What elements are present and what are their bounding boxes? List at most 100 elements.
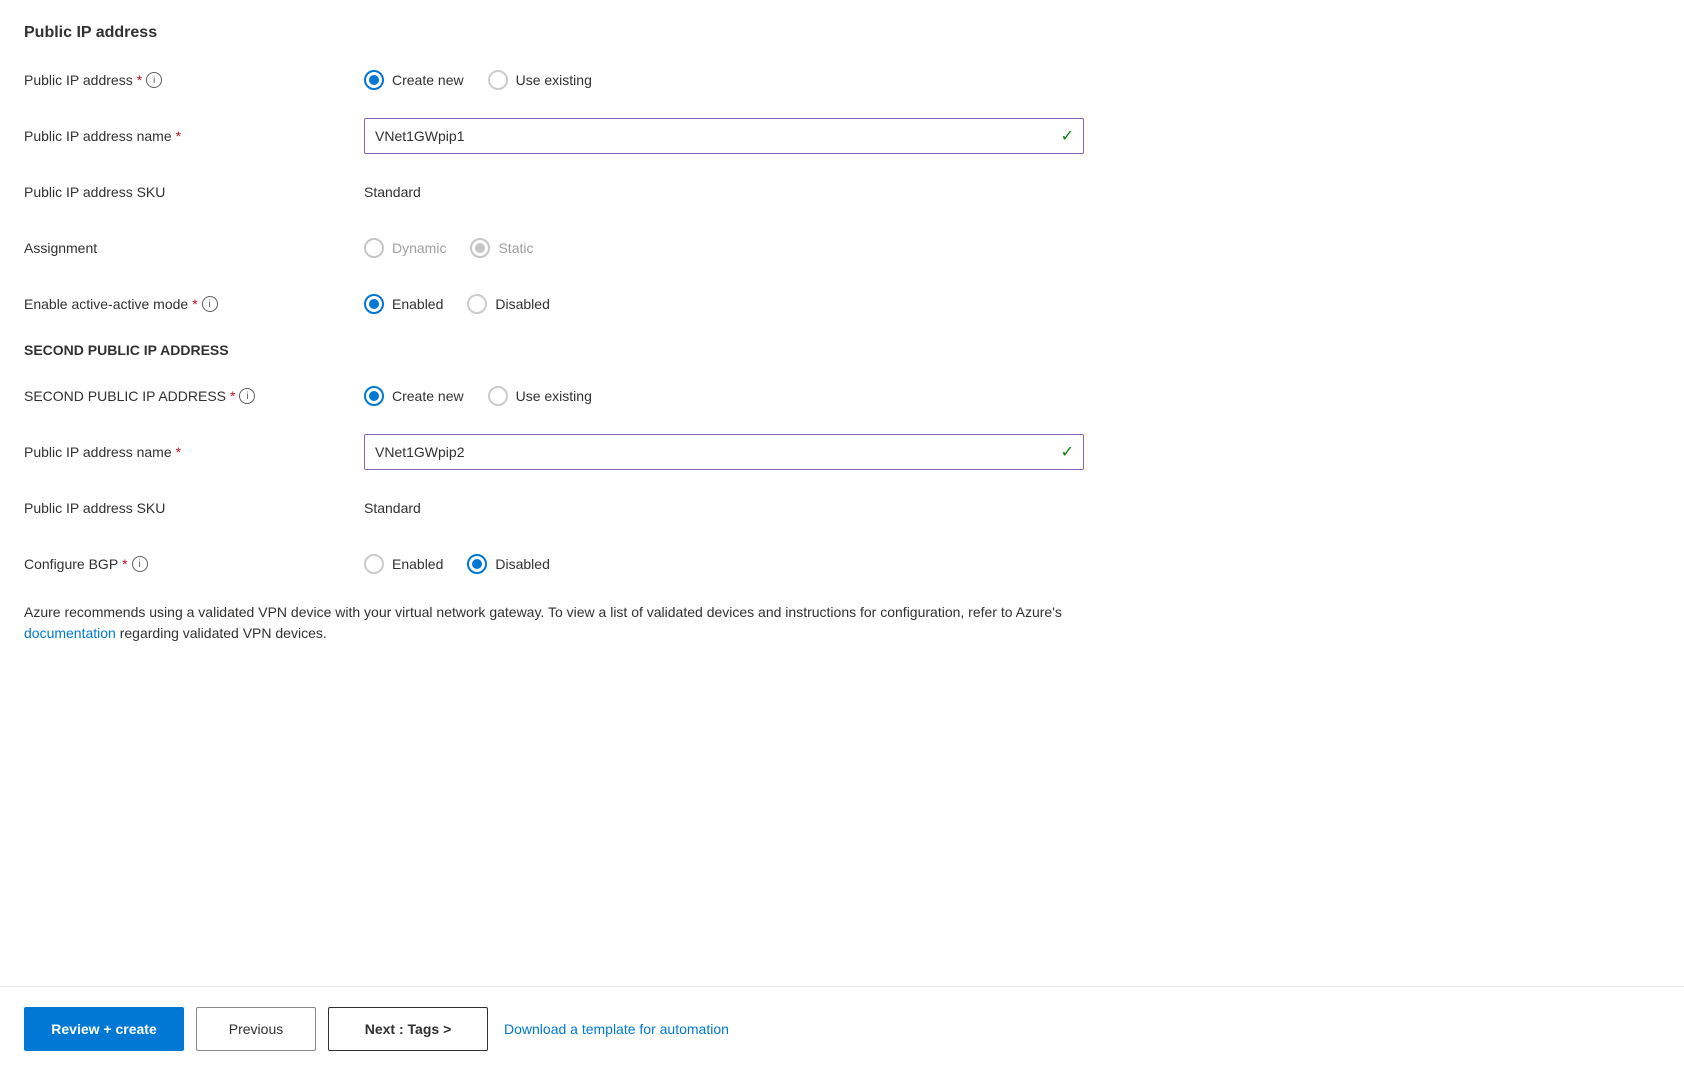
second-public-ip-sku-row: Public IP address SKU Standard [24, 490, 1160, 526]
public-ip-name-control: ✓ [364, 118, 1160, 154]
second-public-ip-label: SECOND PUBLIC IP ADDRESS * i [24, 388, 364, 404]
required-star-3: * [192, 296, 197, 312]
second-public-ip-sku-label-text: Public IP address SKU [24, 500, 165, 516]
configure-bgp-label-text: Configure BGP [24, 556, 118, 572]
second-public-ip-create-new-label: Create new [392, 388, 464, 404]
public-ip-address-label: Public IP address * i [24, 72, 364, 88]
public-ip-name-check-icon: ✓ [1061, 126, 1074, 146]
assignment-control: Dynamic Static [364, 238, 1160, 258]
public-ip-sku-value: Standard [364, 184, 421, 200]
second-public-ip-name-label: Public IP address name * [24, 444, 364, 460]
active-active-label: Enable active-active mode * i [24, 296, 364, 312]
second-public-ip-sku-value: Standard [364, 500, 421, 516]
public-ip-sku-control: Standard [364, 184, 1160, 200]
configure-bgp-info-icon[interactable]: i [132, 556, 148, 572]
public-ip-sku-label: Public IP address SKU [24, 184, 364, 200]
assignment-dynamic-label: Dynamic [392, 240, 446, 256]
public-ip-radio-group: Create new Use existing [364, 70, 592, 90]
active-active-control: Enabled Disabled [364, 294, 1160, 314]
public-ip-name-input-wrapper: ✓ [364, 118, 1084, 154]
second-public-ip-radio-group: Create new Use existing [364, 386, 592, 406]
second-public-ip-sku-label: Public IP address SKU [24, 500, 364, 516]
review-create-button[interactable]: Review + create [24, 1007, 184, 1051]
public-ip-info-icon[interactable]: i [146, 72, 162, 88]
second-public-ip-name-control: ✓ [364, 434, 1160, 470]
public-ip-address-row: Public IP address * i Create new Use exi… [24, 62, 1160, 98]
second-public-ip-info-icon[interactable]: i [239, 388, 255, 404]
footer: Review + create Previous Next : Tags > D… [0, 986, 1684, 1071]
section2-title: SECOND PUBLIC IP ADDRESS [24, 342, 1160, 358]
assignment-static-label: Static [498, 240, 533, 256]
public-ip-address-control: Create new Use existing [364, 70, 1160, 90]
second-public-ip-row: SECOND PUBLIC IP ADDRESS * i Create new … [24, 378, 1160, 414]
active-active-label-text: Enable active-active mode [24, 296, 188, 312]
second-public-ip-name-label-text: Public IP address name [24, 444, 172, 460]
public-ip-use-existing-radio[interactable] [488, 70, 508, 90]
configure-bgp-disabled-label: Disabled [495, 556, 549, 572]
public-ip-create-new-label: Create new [392, 72, 464, 88]
second-public-ip-control: Create new Use existing [364, 386, 1160, 406]
configure-bgp-disabled-radio[interactable] [467, 554, 487, 574]
info-text-block: Azure recommends using a validated VPN d… [24, 602, 1124, 644]
required-star-1: * [137, 72, 142, 88]
configure-bgp-radio-group: Enabled Disabled [364, 554, 550, 574]
section1-title: Public IP address [24, 24, 1160, 42]
configure-bgp-control: Enabled Disabled [364, 554, 1160, 574]
active-active-radio-group: Enabled Disabled [364, 294, 550, 314]
public-ip-use-existing-label: Use existing [516, 72, 592, 88]
required-star-6: * [122, 556, 127, 572]
assignment-row: Assignment Dynamic Static [24, 230, 1160, 266]
required-star-2: * [176, 128, 181, 144]
public-ip-sku-label-text: Public IP address SKU [24, 184, 165, 200]
configure-bgp-enabled-option[interactable]: Enabled [364, 554, 443, 574]
active-active-disabled-option[interactable]: Disabled [467, 294, 549, 314]
assignment-static-option[interactable]: Static [470, 238, 533, 258]
configure-bgp-enabled-label: Enabled [392, 556, 443, 572]
assignment-dynamic-radio[interactable] [364, 238, 384, 258]
second-public-ip-use-existing-option[interactable]: Use existing [488, 386, 592, 406]
second-public-ip-create-new-option[interactable]: Create new [364, 386, 464, 406]
documentation-link[interactable]: documentation [24, 625, 116, 641]
second-public-ip-use-existing-radio[interactable] [488, 386, 508, 406]
second-public-ip-use-existing-label: Use existing [516, 388, 592, 404]
active-active-info-icon[interactable]: i [202, 296, 218, 312]
second-public-ip-create-new-radio[interactable] [364, 386, 384, 406]
active-active-disabled-radio[interactable] [467, 294, 487, 314]
info-text-before: Azure recommends using a validated VPN d… [24, 604, 1062, 620]
assignment-label: Assignment [24, 240, 364, 256]
configure-bgp-row: Configure BGP * i Enabled Disabled [24, 546, 1160, 582]
second-public-ip-name-check-icon: ✓ [1061, 442, 1074, 462]
info-text-after: regarding validated VPN devices. [116, 625, 327, 641]
configure-bgp-disabled-option[interactable]: Disabled [467, 554, 549, 574]
public-ip-name-row: Public IP address name * ✓ [24, 118, 1160, 154]
second-public-ip-name-input[interactable] [364, 434, 1084, 470]
active-active-disabled-label: Disabled [495, 296, 549, 312]
second-public-ip-name-row: Public IP address name * ✓ [24, 434, 1160, 470]
public-ip-name-label-text: Public IP address name [24, 128, 172, 144]
assignment-dynamic-option[interactable]: Dynamic [364, 238, 446, 258]
public-ip-create-new-radio[interactable] [364, 70, 384, 90]
active-active-enabled-radio[interactable] [364, 294, 384, 314]
public-ip-use-existing-option[interactable]: Use existing [488, 70, 592, 90]
assignment-static-radio[interactable] [470, 238, 490, 258]
public-ip-address-label-text: Public IP address [24, 72, 133, 88]
public-ip-name-input[interactable] [364, 118, 1084, 154]
active-active-row: Enable active-active mode * i Enabled Di… [24, 286, 1160, 322]
configure-bgp-label: Configure BGP * i [24, 556, 364, 572]
second-public-ip-name-input-wrapper: ✓ [364, 434, 1084, 470]
assignment-radio-group: Dynamic Static [364, 238, 533, 258]
active-active-enabled-label: Enabled [392, 296, 443, 312]
required-star-4: * [230, 388, 235, 404]
next-button[interactable]: Next : Tags > [328, 1007, 488, 1051]
second-public-ip-sku-control: Standard [364, 500, 1160, 516]
configure-bgp-enabled-radio[interactable] [364, 554, 384, 574]
active-active-enabled-option[interactable]: Enabled [364, 294, 443, 314]
assignment-label-text: Assignment [24, 240, 97, 256]
required-star-5: * [176, 444, 181, 460]
public-ip-name-label: Public IP address name * [24, 128, 364, 144]
public-ip-sku-row: Public IP address SKU Standard [24, 174, 1160, 210]
public-ip-create-new-option[interactable]: Create new [364, 70, 464, 90]
previous-button[interactable]: Previous [196, 1007, 316, 1051]
second-public-ip-label-text: SECOND PUBLIC IP ADDRESS [24, 388, 226, 404]
download-template-link[interactable]: Download a template for automation [500, 1013, 733, 1045]
